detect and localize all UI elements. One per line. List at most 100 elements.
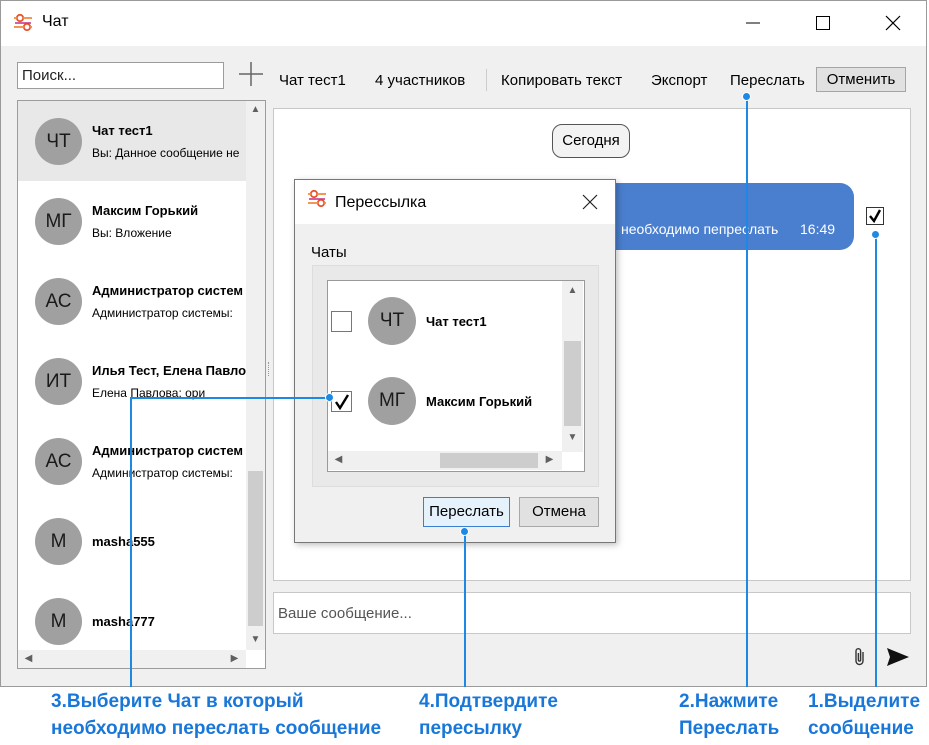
chat-list-item[interactable]: М masha777	[18, 581, 246, 661]
caption-line: 1.Выделите	[808, 691, 921, 712]
toolbar-divider	[486, 69, 487, 91]
plus-icon	[239, 62, 263, 86]
forward-item-name[interactable]: Чат тест1	[426, 314, 487, 329]
scrollbar-thumb[interactable]	[248, 471, 263, 626]
message-bubble[interactable]	[600, 183, 854, 250]
chat-list-item[interactable]: М masha555	[18, 501, 246, 581]
message-select-checkbox[interactable]	[866, 207, 884, 225]
annotation-dot	[325, 393, 334, 402]
chat-title: Чат тест1	[279, 72, 346, 89]
scroll-left-icon[interactable]: ◀	[20, 653, 37, 664]
close-button[interactable]	[878, 8, 908, 38]
scroll-up-icon[interactable]: ▲	[564, 285, 581, 296]
annotation-line	[746, 96, 748, 687]
annotation-line	[130, 397, 132, 687]
annotation-dot	[742, 92, 751, 101]
send-button[interactable]	[885, 646, 911, 668]
chat-preview: Администратор системы:	[92, 466, 233, 480]
annotation-dot	[460, 527, 469, 536]
add-chat-button[interactable]	[237, 60, 265, 88]
dialog-title: Пересcылка	[335, 194, 427, 211]
step4-caption: 4.Подтвердите пересылку	[419, 688, 558, 742]
chat-name: Администратор систем	[92, 443, 244, 458]
maximize-button[interactable]	[808, 8, 838, 38]
dialog-horizontal-scrollbar[interactable]: ◀ ▶	[328, 451, 562, 470]
forward-button[interactable]: Переслать	[730, 72, 805, 89]
participants-count[interactable]: 4 участников	[375, 72, 465, 89]
caption-line: Переслать	[679, 718, 780, 739]
forward-chat-list	[327, 280, 585, 472]
close-icon	[582, 194, 598, 210]
caption-line: пересылку	[419, 718, 522, 739]
chat-list: ЧТ Чат тест1 Вы: Данное сообщение не МГ …	[17, 100, 266, 669]
avatar: МГ	[368, 377, 416, 425]
vertical-scrollbar[interactable]: ▲ ▼	[246, 101, 265, 650]
date-separator: Сегодня	[552, 124, 630, 158]
caption-line: необходимо переслать сообщение	[51, 718, 382, 739]
chat-list-item[interactable]: МГ Максим Горький Вы: Вложение	[18, 181, 246, 261]
export-button[interactable]: Экспорт	[651, 72, 707, 89]
checkmark-icon	[334, 393, 349, 410]
avatar: ИТ	[35, 358, 82, 405]
dialog-close-button[interactable]	[581, 193, 599, 211]
step3-caption: 3.Выберите Чат в который необходимо пере…	[51, 688, 381, 742]
forward-item-checkbox[interactable]	[331, 391, 352, 412]
search-input[interactable]	[17, 62, 224, 89]
chat-list-item[interactable]: ЧТ Чат тест1 Вы: Данное сообщение не	[18, 101, 246, 181]
dialog-group-label: Чаты	[311, 244, 347, 261]
scroll-left-icon[interactable]: ◀	[330, 454, 347, 465]
scroll-up-icon[interactable]: ▲	[247, 104, 264, 115]
dialog-forward-button[interactable]: Переслать	[423, 497, 510, 527]
checkmark-icon	[869, 209, 882, 223]
caption-line: 2.Нажмите	[679, 691, 779, 712]
forward-item-checkbox[interactable]	[331, 311, 352, 332]
send-icon	[887, 648, 909, 666]
avatar: МГ	[35, 198, 82, 245]
step2-caption: 2.Нажмите Переслать	[679, 688, 779, 742]
chat-preview: Вы: Вложение	[92, 226, 172, 240]
scroll-right-icon[interactable]: ▶	[226, 653, 243, 664]
scroll-down-icon[interactable]: ▼	[564, 432, 581, 443]
caption-line: 3.Выберите Чат в который	[51, 691, 304, 712]
chat-list-item[interactable]: АС Администратор систем Администратор си…	[18, 421, 246, 501]
chat-preview: Вы: Данное сообщение не	[92, 146, 240, 160]
chat-preview: Администратор системы:	[92, 306, 233, 320]
title-bar	[1, 1, 926, 46]
attach-button[interactable]	[851, 646, 869, 668]
chat-name: masha777	[92, 614, 155, 629]
horizontal-scrollbar[interactable]: ◀ ▶	[18, 650, 246, 668]
chat-list-item[interactable]: ИТ Илья Тест, Елена Павло Елена Павлова:…	[18, 341, 246, 421]
cancel-selection-button[interactable]: Отменить	[816, 67, 906, 92]
chat-name: Максим Горький	[92, 203, 199, 218]
splitter-handle[interactable]	[268, 362, 271, 376]
avatar: АС	[35, 438, 82, 485]
annotation-line	[875, 234, 877, 687]
copy-text-button[interactable]: Копировать текст	[501, 72, 622, 89]
message-input[interactable]	[273, 592, 911, 634]
scroll-right-icon[interactable]: ▶	[541, 454, 558, 465]
annotation-line	[130, 397, 330, 399]
scroll-down-icon[interactable]: ▼	[247, 634, 264, 645]
dialog-logo-icon	[308, 189, 326, 208]
dialog-vertical-scrollbar[interactable]: ▲ ▼	[562, 281, 583, 452]
chat-name: Илья Тест, Елена Павло	[92, 363, 246, 378]
scrollbar-thumb[interactable]	[564, 341, 581, 426]
avatar: ЧТ	[35, 118, 82, 165]
avatar: М	[35, 518, 82, 565]
message-text: необходимо пепреслать	[621, 221, 779, 237]
chat-list-item[interactable]: АС Администратор систем Администратор си…	[18, 261, 246, 341]
forward-item-name[interactable]: Максим Горький	[426, 394, 532, 409]
annotation-dot	[871, 230, 880, 239]
scrollbar-thumb[interactable]	[440, 453, 538, 468]
chat-name: Администратор систем	[92, 283, 244, 298]
avatar: М	[35, 598, 82, 645]
app-logo-icon	[14, 13, 32, 32]
paperclip-icon	[855, 648, 864, 666]
avatar: АС	[35, 278, 82, 325]
window-title: Чат	[42, 13, 69, 30]
minimize-icon	[746, 22, 760, 24]
minimize-button[interactable]	[738, 8, 768, 38]
dialog-cancel-button[interactable]: Отмена	[519, 497, 599, 527]
maximize-icon	[816, 16, 830, 30]
caption-line: 4.Подтвердите	[419, 691, 558, 712]
